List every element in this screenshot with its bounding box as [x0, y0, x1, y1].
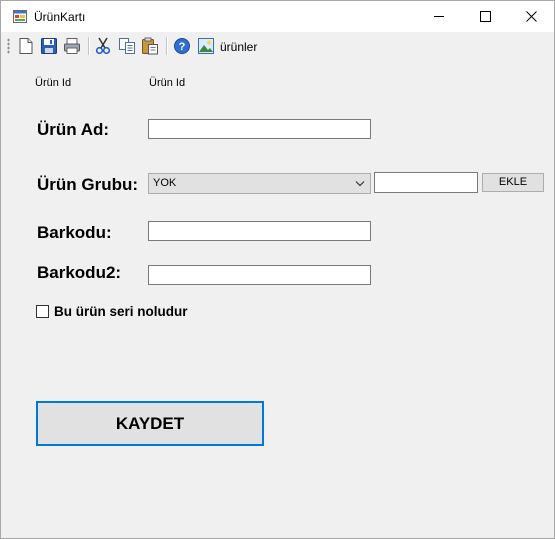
- toolbar: ? ürünler: [1, 32, 554, 60]
- urun-id-label: Ürün Id: [35, 77, 72, 89]
- seri-checkbox[interactable]: [36, 305, 49, 318]
- urun-grubu-selected: YOK: [153, 177, 177, 189]
- seri-checkbox-label[interactable]: Bu ürün seri noludur: [54, 304, 188, 319]
- cut-icon[interactable]: [94, 37, 112, 55]
- app-window: ÜrünKartı ? ürünler Ürün Id Ürün Id Ürün…: [0, 0, 555, 539]
- toolbar-separator: [88, 37, 90, 55]
- svg-text:?: ?: [179, 41, 186, 53]
- help-icon[interactable]: ?: [173, 37, 191, 55]
- kaydet-button[interactable]: KAYDET: [36, 401, 264, 446]
- new-group-input[interactable]: [374, 172, 478, 193]
- urunler-button[interactable]: ürünler: [220, 40, 257, 54]
- image-icon[interactable]: [197, 37, 215, 55]
- ekle-button[interactable]: EKLE: [482, 173, 544, 192]
- print-icon[interactable]: [63, 37, 81, 55]
- maximize-icon: [479, 11, 491, 22]
- paste-icon[interactable]: [141, 37, 159, 55]
- urun-ad-input[interactable]: [148, 119, 371, 139]
- urun-grubu-label: Ürün Grubu:: [37, 175, 139, 194]
- copy-icon[interactable]: [118, 37, 136, 55]
- minimize-button[interactable]: [416, 1, 462, 32]
- barkodu2-input[interactable]: [148, 265, 371, 285]
- save-icon[interactable]: [40, 37, 58, 55]
- minimize-icon: [433, 16, 444, 17]
- barkodu-label: Barkodu:: [37, 223, 112, 242]
- maximize-button[interactable]: [462, 1, 508, 32]
- app-form-icon: [13, 10, 27, 23]
- toolbar-separator: [166, 37, 168, 55]
- barkodu-input[interactable]: [148, 221, 371, 241]
- chevron-down-icon: [355, 181, 365, 187]
- urun-ad-label: Ürün Ad:: [37, 120, 110, 139]
- title-bar[interactable]: ÜrünKartı: [1, 1, 554, 32]
- close-button[interactable]: [508, 1, 554, 32]
- toolbar-grip[interactable]: [7, 38, 10, 54]
- close-icon: [525, 11, 537, 22]
- new-file-icon[interactable]: [17, 37, 35, 55]
- urun-grubu-select[interactable]: YOK: [148, 173, 371, 194]
- urun-id-value: Ürün Id: [149, 77, 186, 89]
- barkodu2-label: Barkodu2:: [37, 263, 122, 282]
- window-title: ÜrünKartı: [34, 10, 86, 24]
